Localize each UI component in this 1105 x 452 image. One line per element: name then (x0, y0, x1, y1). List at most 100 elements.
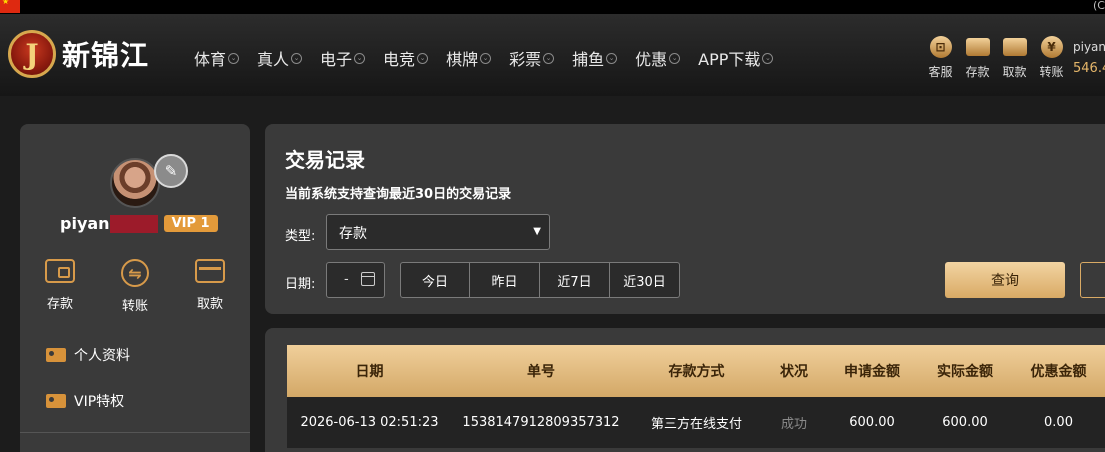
user-box[interactable]: piyan 546.4 (1073, 40, 1105, 76)
vip-card-icon (46, 394, 66, 408)
cell-requested-amount: 600.00 (849, 415, 895, 430)
nav-label: 真人 (257, 50, 290, 69)
sidebar-username: piyan VIP 1 (60, 214, 218, 233)
sidebar-item-label: VIP特权 (74, 394, 125, 410)
china-flag-icon[interactable] (0, 0, 20, 13)
nav-label: 优惠 (635, 50, 668, 69)
top-right-text: (C (1093, 0, 1105, 12)
sidebar-item-label: 个人资料 (74, 348, 130, 364)
quick-withdraw[interactable]: 取款 (996, 36, 1033, 80)
header-username: piyan (1073, 40, 1105, 54)
quick-label: 存款 (965, 65, 990, 79)
customer-service-icon: ⊡ (929, 36, 952, 58)
query-button[interactable]: 查询 (945, 262, 1065, 298)
column-header: 申请金额 (844, 364, 900, 380)
sidebar-divider (20, 432, 250, 433)
transfer-icon: ⇋ (121, 259, 149, 287)
action-label: 转账 (121, 299, 148, 314)
quick-label: 客服 (928, 65, 953, 79)
quick-customer-service[interactable]: ⊡ 客服 (922, 36, 959, 80)
sidebar-deposit-button[interactable]: 存款 (40, 259, 80, 314)
type-label: 类型: (285, 229, 316, 244)
nav-item-fishing[interactable]: 捕鱼 ⌄ (572, 46, 618, 70)
chevron-down-icon: ⌄ (291, 52, 303, 64)
secondary-button[interactable] (1080, 262, 1105, 298)
chevron-down-icon: ▼ (533, 226, 541, 237)
column-header: 实际金额 (937, 364, 993, 380)
header-balance: 546.4 (1073, 61, 1105, 76)
nav-item-app-download[interactable]: APP下载 ⌄ (698, 46, 774, 70)
logo-text: 新锦江 (62, 39, 150, 72)
nav-item-lottery[interactable]: 彩票 ⌄ (509, 46, 555, 70)
date-picker[interactable]: - (326, 262, 385, 298)
table-header: 日期 单号 存款方式 状况 申请金额 实际金额 优惠金额 (287, 345, 1105, 397)
nav-item-cards[interactable]: 棋牌 ⌄ (446, 46, 492, 70)
cell-order-id: 1538147912809357312 (462, 415, 620, 430)
nav-label: 电子 (320, 50, 353, 69)
profile-card-icon (46, 348, 66, 362)
nav-label: 体育 (194, 50, 227, 69)
username-text: piyan (60, 214, 110, 233)
chevron-down-icon: ⌄ (543, 52, 555, 64)
nav-item-live[interactable]: 真人 ⌄ (257, 46, 303, 70)
nav-label: 电竞 (383, 50, 416, 69)
type-select-value: 存款 (339, 226, 367, 242)
date-label: 日期: (285, 277, 316, 292)
range-7days-button[interactable]: 近7日 (540, 262, 610, 298)
vip-badge: VIP 1 (163, 215, 218, 232)
logo-badge: J (8, 30, 56, 78)
type-select[interactable]: 存款 ▼ (326, 214, 550, 250)
range-yesterday-button[interactable]: 昨日 (470, 262, 540, 298)
site-header: J 新锦江 体育 ⌄ 真人 ⌄ 电子 ⌄ 电竞 ⌄ 棋牌 ⌄ 彩票 ⌄ 捕鱼 ⌄ 优惠 ⌄ AP… (0, 14, 1105, 96)
cell-actual-amount: 600.00 (942, 415, 988, 430)
nav-item-esports[interactable]: 电竞 ⌄ (383, 46, 429, 70)
nav-label: 捕鱼 (572, 50, 605, 69)
nav-label: 棋牌 (446, 50, 479, 69)
cell-method: 第三方在线支付 (650, 417, 742, 432)
calendar-icon (361, 272, 375, 286)
cell-bonus-amount: 0.00 (1044, 415, 1073, 430)
transfer-coin-icon: ¥ (1040, 36, 1063, 58)
quick-label: 取款 (1002, 65, 1027, 79)
edit-icon: ✎ (164, 162, 178, 180)
top-strip: (C (0, 0, 1105, 14)
action-label: 取款 (196, 297, 223, 312)
sidebar-withdraw-button[interactable]: 取款 (190, 259, 230, 314)
records-filter-panel: 交易记录 当前系统支持查询最近30日的交易记录 类型: 存款 ▼ 日期: - 今… (265, 124, 1105, 314)
chevron-down-icon: ⌄ (480, 52, 492, 64)
nav-item-promotions[interactable]: 优惠 ⌄ (635, 46, 681, 70)
edit-avatar-button[interactable]: ✎ (154, 154, 188, 188)
range-30days-button[interactable]: 近30日 (610, 262, 680, 298)
page-title: 交易记录 (285, 148, 365, 172)
cell-date: 2026-06-13 02:51:23 (300, 415, 439, 430)
quick-transfer[interactable]: ¥ 转账 (1033, 36, 1070, 80)
wallet-icon (45, 259, 75, 283)
range-today-button[interactable]: 今日 (400, 262, 470, 298)
chevron-down-icon: ⌄ (606, 52, 618, 64)
records-table-panel: 日期 单号 存款方式 状况 申请金额 实际金额 优惠金额 2026-06-13 … (265, 328, 1105, 452)
sidebar-item-vip[interactable]: VIP特权 (46, 391, 124, 411)
sidebar-item-profile[interactable]: 个人资料 (46, 345, 130, 365)
nav-label: APP下载 (698, 50, 761, 69)
card-icon (195, 259, 225, 283)
deposit-wallet-icon (965, 38, 990, 56)
sidebar-transfer-button[interactable]: ⇋ 转账 (115, 259, 155, 314)
column-header: 日期 (355, 364, 384, 380)
account-sidebar: ✎ piyan VIP 1 存款 ⇋ 转账 取款 个人资料 VIP特权 (20, 124, 250, 452)
sidebar-actions: 存款 ⇋ 转账 取款 (40, 259, 230, 314)
quick-actions: ⊡ 客服 存款 取款 ¥ 转账 (922, 36, 1070, 80)
action-label: 存款 (46, 297, 73, 312)
quick-deposit[interactable]: 存款 (959, 36, 996, 80)
date-value: - (344, 272, 349, 287)
main-nav: 体育 ⌄ 真人 ⌄ 电子 ⌄ 电竞 ⌄ 棋牌 ⌄ 彩票 ⌄ 捕鱼 ⌄ 优惠 ⌄ APP下载 ⌄ (194, 46, 791, 70)
table-row: 2026-06-13 02:51:23 1538147912809357312 … (287, 397, 1105, 448)
date-range-group: 今日 昨日 近7日 近30日 (400, 262, 680, 298)
chevron-down-icon: ⌄ (417, 52, 429, 64)
chevron-down-icon: ⌄ (354, 52, 366, 64)
redaction-mask (109, 214, 158, 233)
nav-item-sports[interactable]: 体育 ⌄ (194, 46, 240, 70)
nav-item-slots[interactable]: 电子 ⌄ (320, 46, 366, 70)
chevron-down-icon: ⌄ (669, 52, 681, 64)
site-logo[interactable]: J 新锦江 (8, 30, 149, 78)
column-header: 存款方式 (668, 364, 725, 380)
